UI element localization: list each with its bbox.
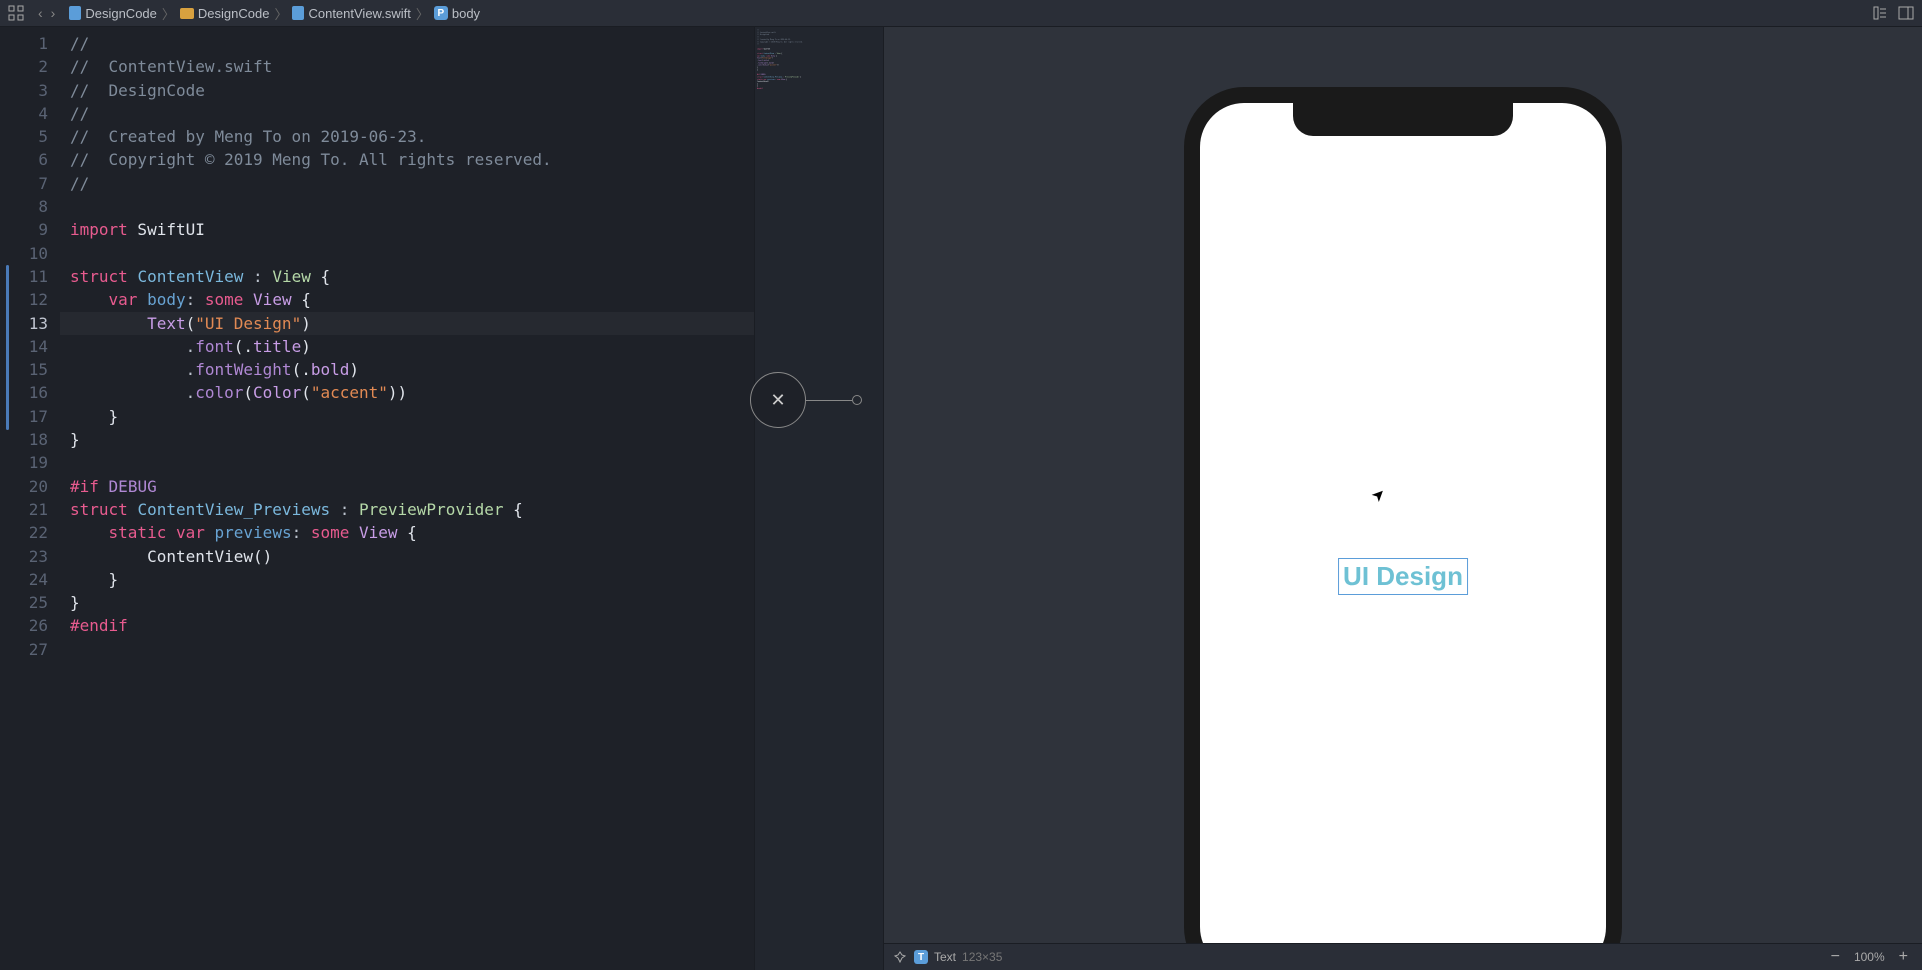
code-line[interactable]: #if DEBUG (60, 475, 754, 498)
code-line[interactable]: struct ContentView_Previews : PreviewPro… (60, 498, 754, 521)
back-arrow[interactable]: ‹ (34, 5, 47, 21)
code-line[interactable]: // Copyright © 2019 Meng To. All rights … (60, 148, 754, 171)
line-number: 6 (0, 148, 48, 171)
code-line[interactable]: } (60, 568, 754, 591)
line-number: 27 (0, 638, 48, 661)
close-button[interactable]: ✕ (750, 372, 806, 428)
property-icon: P (434, 6, 448, 20)
breadcrumb-separator: 〉 (416, 4, 429, 23)
top-nav-bar: ‹ › DesignCode 〉 DesignCode 〉 ContentView.sw… (0, 0, 1922, 27)
breadcrumb-separator: 〉 (162, 4, 175, 23)
phone-frame: UI Design ➤ (1184, 87, 1622, 943)
line-number: 22 (0, 521, 48, 544)
line-number: 4 (0, 102, 48, 125)
line-number: 18 (0, 428, 48, 451)
code-line[interactable]: // (60, 32, 754, 55)
code-line[interactable]: // (60, 172, 754, 195)
handle-connector (806, 400, 852, 401)
code-line[interactable] (60, 195, 754, 218)
element-type-label: Text (934, 950, 956, 964)
code-line[interactable]: #endif (60, 614, 754, 637)
preview-canvas[interactable]: UI Design ➤ (884, 27, 1922, 943)
line-number: 3 (0, 79, 48, 102)
breadcrumb-label: body (452, 6, 480, 21)
line-number: 8 (0, 195, 48, 218)
code-line[interactable]: } (60, 428, 754, 451)
line-number: 5 (0, 125, 48, 148)
code-line[interactable]: } (60, 591, 754, 614)
code-line[interactable] (60, 451, 754, 474)
code-line[interactable] (60, 638, 754, 661)
breadcrumb-item[interactable]: Pbody (434, 6, 480, 21)
code-line[interactable]: static var previews: some View { (60, 521, 754, 544)
breadcrumb: DesignCode 〉 DesignCode 〉 ContentView.swift 〉… (69, 4, 480, 23)
pin-icon[interactable] (894, 951, 906, 963)
related-items-icon[interactable] (1872, 5, 1888, 21)
line-number-gutter: 1234567891011121314151617181920212223242… (0, 27, 60, 970)
line-number: 24 (0, 568, 48, 591)
phone-screen[interactable]: UI Design ➤ (1200, 103, 1606, 943)
preview-text-element[interactable]: UI Design (1338, 558, 1468, 595)
line-number: 10 (0, 242, 48, 265)
folder-icon (180, 8, 194, 19)
code-line[interactable]: Text("UI Design") (60, 312, 754, 335)
line-number: 20 (0, 475, 48, 498)
code-line[interactable]: // Created by Meng To on 2019-06-23. (60, 125, 754, 148)
code-line[interactable]: ContentView() (60, 545, 754, 568)
breadcrumb-label: DesignCode (85, 6, 157, 21)
code-line[interactable]: var body: some View { (60, 288, 754, 311)
breadcrumb-separator: 〉 (274, 4, 287, 23)
code-line[interactable]: .color(Color("accent")) (60, 381, 754, 404)
file-icon (292, 6, 304, 20)
breadcrumb-label: DesignCode (198, 6, 270, 21)
breadcrumb-item[interactable]: ContentView.swift (292, 6, 410, 21)
nav-right-controls (1872, 5, 1914, 21)
line-number: 23 (0, 545, 48, 568)
minimap[interactable]: //// ContentView.swift// DesignCode//// … (754, 27, 884, 970)
preview-status-bar: T Text 123×35 − 100% + (884, 943, 1922, 970)
phone-notch (1293, 103, 1513, 136)
handle-endpoint[interactable] (852, 395, 862, 405)
line-number: 26 (0, 614, 48, 637)
split-editor-icon[interactable] (1898, 5, 1914, 21)
code-line[interactable]: // ContentView.swift (60, 55, 754, 78)
code-line[interactable]: } (60, 405, 754, 428)
breadcrumb-item[interactable]: DesignCode (69, 6, 157, 21)
zoom-level-label: 100% (1854, 950, 1885, 964)
line-number: 7 (0, 172, 48, 195)
line-number: 9 (0, 218, 48, 241)
preview-pane: UI Design ➤ T Text 123×35 − 100% + (884, 27, 1922, 970)
minimap-content: //// ContentView.swift// DesignCode//// … (757, 29, 876, 92)
code-line[interactable]: // (60, 102, 754, 125)
main-content: 1234567891011121314151617181920212223242… (0, 27, 1922, 970)
change-indicator-bar (6, 265, 9, 430)
element-type-icon: T (914, 950, 928, 964)
view-grid-icon[interactable] (8, 5, 24, 21)
file-icon (69, 6, 81, 20)
line-number: 1 (0, 32, 48, 55)
code-line[interactable]: .font(.title) (60, 335, 754, 358)
line-number: 2 (0, 55, 48, 78)
zoom-controls: − 100% + (1827, 948, 1912, 966)
code-line[interactable]: // DesignCode (60, 79, 754, 102)
code-line[interactable]: import SwiftUI (60, 218, 754, 241)
zoom-in-button[interactable]: + (1895, 948, 1912, 966)
breadcrumb-item[interactable]: DesignCode (180, 6, 270, 21)
zoom-out-button[interactable]: − (1827, 948, 1844, 966)
code-line[interactable] (60, 242, 754, 265)
code-area[interactable]: //// ContentView.swift// DesignCode//// … (60, 27, 754, 970)
close-control-handle: ✕ (750, 372, 862, 428)
code-line[interactable]: struct ContentView : View { (60, 265, 754, 288)
breadcrumb-label: ContentView.swift (308, 6, 410, 21)
forward-arrow[interactable]: › (47, 5, 60, 21)
line-number: 19 (0, 451, 48, 474)
element-size-label: 123×35 (962, 950, 1002, 964)
line-number: 25 (0, 591, 48, 614)
line-number: 21 (0, 498, 48, 521)
code-line[interactable]: .fontWeight(.bold) (60, 358, 754, 381)
editor-pane[interactable]: 1234567891011121314151617181920212223242… (0, 27, 884, 970)
cursor-icon: ➤ (1367, 483, 1391, 507)
